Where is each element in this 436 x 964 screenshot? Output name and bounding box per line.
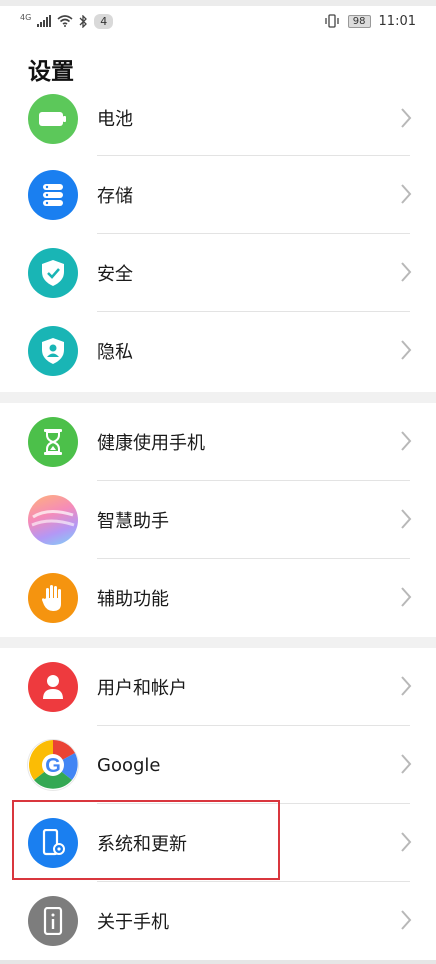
settings-item-storage[interactable]: 存储: [0, 156, 436, 234]
settings-item-label: 智慧助手: [97, 511, 169, 532]
privacy-icon: [28, 326, 78, 376]
chevron-right-icon: [401, 754, 412, 774]
chevron-right-icon: [401, 509, 412, 529]
settings-item-label: 用户和帐户: [97, 678, 187, 699]
chevron-right-icon: [401, 587, 412, 607]
status-bar: 4G 4 98 11:01: [0, 6, 436, 36]
user-icon: [28, 662, 78, 712]
notification-badge: 4: [94, 13, 114, 29]
settings-item-users-accounts[interactable]: 用户和帐户: [0, 648, 436, 726]
chevron-right-icon: [401, 184, 412, 204]
chevron-right-icon: [401, 262, 412, 282]
settings-item-privacy[interactable]: 隐私: [0, 312, 436, 390]
assistant-icon: [28, 495, 78, 545]
about-phone-icon: [28, 896, 78, 946]
chevron-right-icon: [401, 676, 412, 696]
svg-text:G: G: [45, 755, 61, 777]
settings-item-about-phone[interactable]: 关于手机: [0, 882, 436, 960]
group-separator: [0, 392, 436, 403]
chevron-right-icon: [401, 431, 412, 451]
google-icon: G: [28, 740, 78, 790]
settings-group-1: 电池 存储 安全 隐私: [0, 80, 436, 390]
bottom-edge: [0, 960, 436, 964]
settings-item-label: 关于手机: [97, 912, 169, 933]
chevron-right-icon: [401, 108, 412, 128]
settings-item-google[interactable]: G Google: [0, 726, 436, 804]
settings-item-accessibility[interactable]: 辅助功能: [0, 559, 436, 637]
bluetooth-icon: [79, 14, 88, 28]
wifi-icon: [57, 15, 73, 27]
chevron-right-icon: [401, 832, 412, 852]
chevron-right-icon: [401, 910, 412, 930]
settings-item-label: 电池: [97, 109, 133, 130]
settings-item-smart-assistant[interactable]: 智慧助手: [0, 481, 436, 559]
hand-icon: [28, 573, 78, 623]
storage-icon: [28, 170, 78, 220]
clock: 11:01: [378, 13, 416, 29]
network-type: 4G: [20, 12, 32, 22]
vibrate-icon: [325, 14, 339, 28]
settings-item-battery[interactable]: 电池: [0, 80, 436, 156]
settings-item-label: 隐私: [97, 342, 133, 363]
settings-item-label: 存储: [97, 186, 133, 207]
settings-item-digital-balance[interactable]: 健康使用手机: [0, 403, 436, 481]
hourglass-icon: [28, 417, 78, 467]
settings-item-label: Google: [97, 754, 161, 776]
battery-indicator: 98: [347, 14, 371, 28]
chevron-right-icon: [401, 340, 412, 360]
settings-item-label: 安全: [97, 264, 133, 285]
highlight-box: [12, 800, 280, 880]
signal-icon: [37, 15, 52, 27]
battery-icon: [28, 94, 78, 144]
settings-item-label: 健康使用手机: [97, 433, 205, 454]
settings-item-label: 辅助功能: [97, 589, 169, 610]
shield-check-icon: [28, 248, 78, 298]
settings-group-2: 健康使用手机 智慧助手 辅助功能: [0, 403, 436, 637]
settings-item-security[interactable]: 安全: [0, 234, 436, 312]
group-separator: [0, 637, 436, 648]
